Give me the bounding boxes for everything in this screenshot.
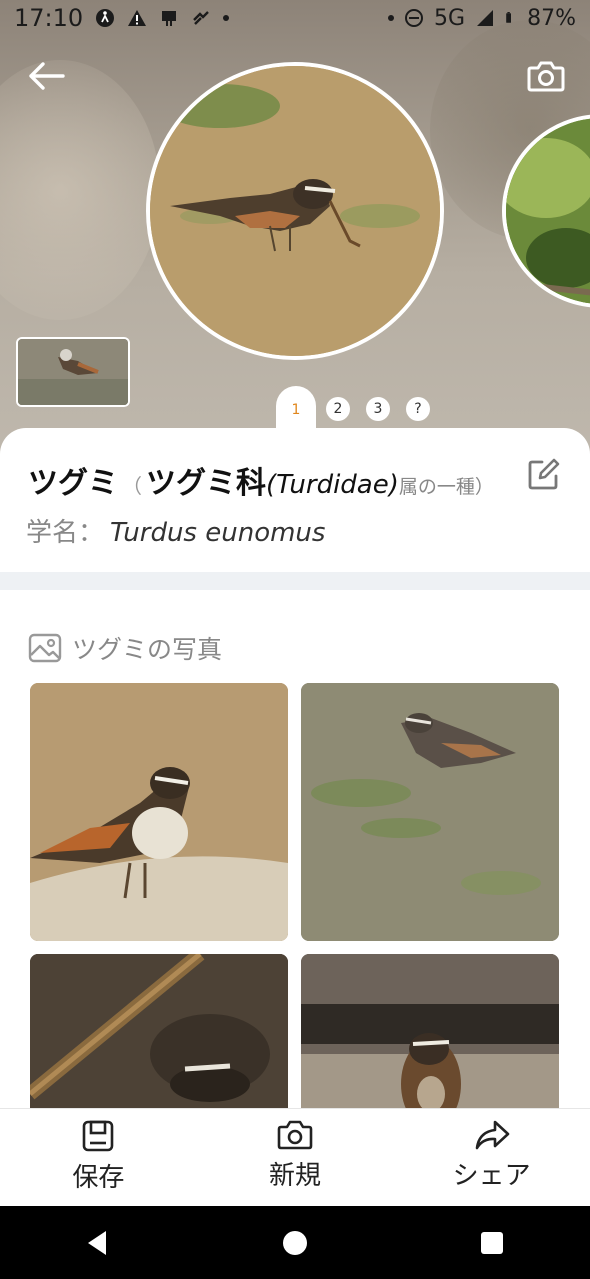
- edit-button[interactable]: [526, 458, 562, 494]
- nav-back-icon[interactable]: [84, 1229, 112, 1257]
- notification-dot-icon: [223, 15, 230, 21]
- section-divider: [0, 572, 590, 590]
- new-label: 新規: [269, 1161, 322, 1191]
- warning-icon: [128, 10, 147, 26]
- nav-recents-icon[interactable]: [478, 1229, 506, 1257]
- species-title: ツグミ （ ツグミ科 (Turdidae) 属の一種 ）: [28, 458, 494, 502]
- scientific-name-label: 学名：: [26, 518, 105, 548]
- image-icon: [28, 633, 62, 663]
- hero-background: [0, 60, 160, 320]
- family-name-latin: (Turdidae): [266, 470, 399, 500]
- camera-button[interactable]: [526, 56, 566, 96]
- page-dot-2[interactable]: 2: [326, 397, 350, 421]
- camera-icon: [527, 61, 565, 92]
- nav-home-icon[interactable]: [281, 1229, 309, 1257]
- gallery-photo-2[interactable]: [301, 683, 559, 941]
- save-label: 保存: [72, 1163, 125, 1193]
- notification-app-icon: [162, 11, 177, 26]
- do-not-disturb-icon: [405, 9, 424, 27]
- notification-dot-icon: [388, 15, 395, 21]
- photos-section-title: ツグミの写真: [72, 635, 223, 664]
- back-button[interactable]: [24, 56, 68, 96]
- gallery-image-2: [301, 683, 559, 941]
- new-button[interactable]: 新規: [197, 1109, 394, 1206]
- camera-icon: [277, 1120, 313, 1150]
- status-time: 17:10: [14, 4, 84, 32]
- signal-icon: [477, 10, 494, 26]
- page-dot-1[interactable]: 1: [276, 386, 316, 432]
- paren-open: （: [122, 474, 142, 498]
- gallery-photo-1[interactable]: [30, 683, 288, 941]
- network-type: 5G: [434, 5, 466, 31]
- arrow-left-icon: [29, 62, 65, 90]
- thumbnail-image: [18, 339, 128, 405]
- thumbnail-photo[interactable]: [16, 337, 130, 407]
- photo-pager: 1 2 3 ?: [276, 386, 430, 432]
- system-nav-bar: [0, 1206, 590, 1279]
- family-name-jp: ツグミ科: [146, 466, 266, 501]
- app-notification-icon: [193, 11, 210, 25]
- page-dot-3[interactable]: 3: [366, 397, 390, 421]
- gallery-image-1: [30, 683, 288, 941]
- battery-icon: [506, 12, 512, 23]
- species-card: ツグミ （ ツグミ科 (Turdidae) 属の一種 ） 学名： Turdus …: [0, 428, 590, 578]
- save-icon: [83, 1120, 114, 1152]
- species-name: ツグミ: [28, 466, 118, 501]
- accessibility-icon: [96, 9, 115, 27]
- save-button[interactable]: 保存: [0, 1109, 197, 1206]
- genus-note: 属の一種: [398, 476, 475, 498]
- share-label: シェア: [452, 1161, 531, 1191]
- bird-photo-image: [150, 66, 440, 356]
- bottom-toolbar: 保存 新規 シェア: [0, 1108, 590, 1206]
- share-button[interactable]: シェア: [393, 1109, 590, 1206]
- photos-section-header: ツグミの写真: [28, 630, 222, 666]
- edit-icon: [528, 458, 560, 490]
- battery-percent: 87%: [527, 5, 576, 31]
- paren-close: ）: [474, 476, 494, 498]
- status-bar: 17:10 5G 87%: [0, 0, 590, 36]
- scientific-name-row: 学名： Turdus eunomus: [26, 512, 325, 549]
- scientific-name: Turdus eunomus: [110, 518, 326, 548]
- page-dot-unknown[interactable]: ?: [406, 397, 430, 421]
- share-icon: [475, 1120, 509, 1150]
- main-bird-photo[interactable]: [146, 62, 444, 360]
